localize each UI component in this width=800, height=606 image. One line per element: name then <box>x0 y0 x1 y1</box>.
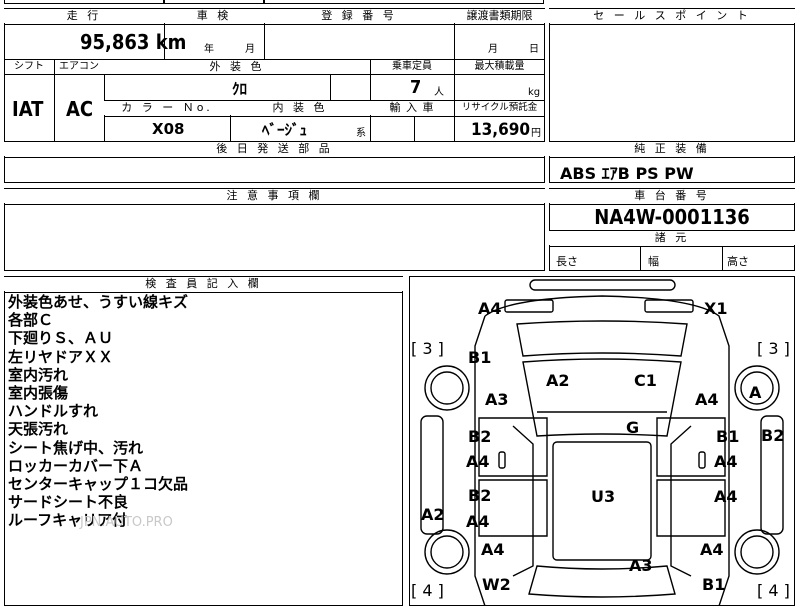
mark-fender-fl-top: B1 <box>468 348 492 367</box>
top-right-stub <box>264 0 544 4</box>
inspection-year: 年 <box>204 44 214 55</box>
mark-tire-rr: [ 4 ] <box>757 581 790 600</box>
mark-door-fl-top: B2 <box>468 427 492 446</box>
note-line: センターキャップ１コ欠品 <box>8 475 189 494</box>
mark-door-rl-top: B2 <box>468 486 492 505</box>
capacity-unit: 人 <box>434 87 444 98</box>
chassis-value: NA4W-0001136 <box>594 205 750 229</box>
interior-suffix: 系 <box>356 128 366 139</box>
length-label: 長さ <box>556 255 578 268</box>
equipment-label: 純 正 装 備 <box>549 142 795 156</box>
mark-hood-left: A2 <box>546 371 570 390</box>
mark-door-fr-top: B1 <box>716 427 740 446</box>
note-line: 下廻りＳ、ＡＵ <box>8 329 114 348</box>
mark-front-bumper: A4 <box>478 299 502 318</box>
import-label: 輸 入 車 <box>370 101 454 115</box>
mark-rear-right: B1 <box>702 575 726 594</box>
note-line: シート焦げ中、汚れ <box>8 438 144 457</box>
recycle-unit: 円 <box>531 128 541 139</box>
mark-rear-glass: A3 <box>629 556 653 575</box>
mark-front-right: X1 <box>704 299 728 318</box>
inspection-month: 月 <box>245 44 255 55</box>
mileage-label: 走 行 <box>4 9 164 23</box>
mark-tire-rl: [ 4 ] <box>411 581 444 600</box>
mark-tire-fl: [ 3 ] <box>411 339 444 358</box>
top-left-stub <box>4 0 164 4</box>
recycle-label: リサイクル預託金 <box>461 102 538 113</box>
inspector-notes: 外装色あせ、うすい線キズ 各部Ｃ 下廻りＳ、ＡＵ 左リヤドアＸＸ 室内汚れ 室内… <box>8 293 188 530</box>
mark-fender-fl: A3 <box>485 390 509 409</box>
mark-door-rl: A4 <box>466 512 490 531</box>
sales-point-label: セ ー ル ス ポ イ ン ト <box>549 9 795 23</box>
caution-label: 注 意 事 項 欄 <box>4 189 545 203</box>
load-unit: kg <box>528 87 541 98</box>
equipment-value: ABS ｴｱB PS PW <box>560 164 694 183</box>
note-line: 室内汚れ <box>8 365 69 384</box>
transfer-day: 日 <box>529 44 539 55</box>
transfer-month: 月 <box>488 44 498 55</box>
top-mid-stub <box>164 0 264 4</box>
color-no-value: X08 <box>152 120 185 138</box>
width-label: 幅 <box>648 255 659 268</box>
note-line: ロッカーカバー下Ａ <box>8 456 144 475</box>
chassis-label: 車 台 番 号 <box>549 189 795 203</box>
interior-label: 内 装 色 <box>230 101 370 115</box>
height-label: 高さ <box>727 255 749 268</box>
ac-label: エアコン <box>59 61 99 72</box>
mark-rear-left: W2 <box>482 575 511 594</box>
inspector-label: 検 査 員 記 入 欄 <box>4 277 403 291</box>
load-label: 最大積載量 <box>474 61 525 72</box>
shift-label: シフト <box>14 61 44 72</box>
mark-quarter-rl: A4 <box>481 540 505 559</box>
note-line: 室内張傷 <box>8 384 69 403</box>
shift-value: IAT <box>12 97 44 121</box>
mark-door-fl: A4 <box>466 452 490 471</box>
exterior-label: 外 装 色 <box>104 60 370 74</box>
color-no-label: カ ラ ー Ｎo. <box>104 101 230 115</box>
note-line: 各部Ｃ <box>8 311 54 330</box>
mark-tire-fr: [ 3 ] <box>757 339 790 358</box>
registration-label: 登 録 番 号 <box>264 9 454 23</box>
recycle-value: 13,690 <box>471 120 531 140</box>
note-line: サードシート不良 <box>8 493 129 512</box>
note-line: 左リヤドアＸＸ <box>8 347 114 366</box>
interior-value: ﾍﾞｰｼﾞｭ <box>262 121 308 139</box>
mark-wheel-fr: A <box>749 383 762 402</box>
transfer-label: 譲渡書類期限 <box>454 9 545 23</box>
mark-door-rr: A4 <box>714 487 738 506</box>
mark-rocker-left: A2 <box>421 505 445 524</box>
ac-value: AC <box>66 97 94 121</box>
mark-fender-fr: A4 <box>695 390 719 409</box>
mark-door-fr: A4 <box>714 452 738 471</box>
mark-roof: U3 <box>591 487 616 506</box>
capacity-value: 7 <box>410 77 422 98</box>
mark-hood-right: C1 <box>634 371 657 390</box>
exterior-value: ｸﾛ <box>232 80 248 98</box>
watermark-text: JPN.AUTO.PRO <box>80 515 173 530</box>
note-line: 天張汚れ <box>8 420 69 439</box>
dimensions-label: 諸 元 <box>549 231 795 245</box>
note-line: 外装色あせ、うすい線キズ <box>8 293 189 311</box>
inspection-label: 車 検 <box>164 9 264 23</box>
mark-quarter-rr: A4 <box>700 540 724 559</box>
mark-windshield: G <box>626 418 640 437</box>
later-parts-label: 後 日 発 送 部 品 <box>4 142 545 156</box>
mark-rocker-right: B2 <box>761 426 785 445</box>
mileage-value: 95,863 km <box>80 30 187 54</box>
capacity-label: 乗車定員 <box>392 61 432 72</box>
note-line: ハンドルすれ <box>8 402 99 421</box>
